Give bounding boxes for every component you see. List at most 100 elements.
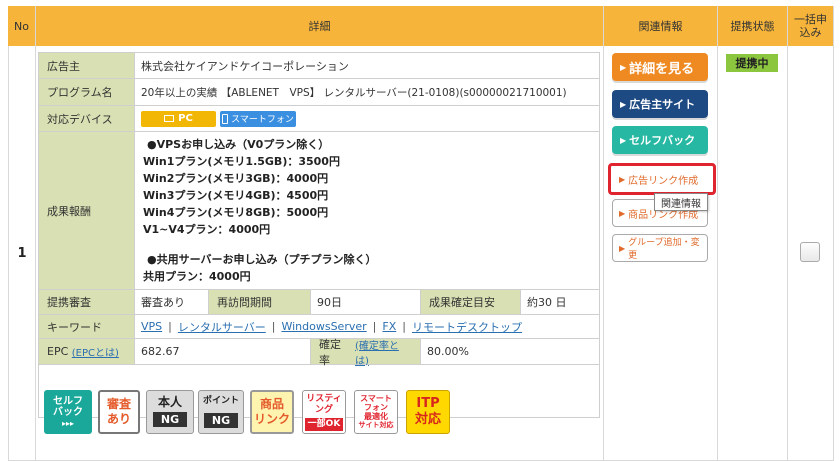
badge-text: NG [152, 412, 188, 427]
keyword-link[interactable]: VPS [141, 320, 162, 333]
status-cell [718, 46, 788, 461]
program-row: プログラム名 20年以上の実績 【ABLENET VPS】 レンタルサーバー(2… [39, 79, 599, 106]
advertiser-name: 株式会社ケイアンドケイコーポレーション [135, 53, 599, 78]
badge-text: ポイント [202, 396, 239, 406]
header-related: 関連情報 [604, 6, 718, 46]
review-badge: 審査 あり [98, 390, 140, 434]
header-bulk: 一括申込み [788, 6, 834, 46]
triangle-right-icon: ▶ [620, 62, 627, 72]
badge-text: サイト対応 [358, 421, 394, 429]
keyword-list: VPS | レンタルサーバー | WindowsServer | FX | リモートデス… [135, 315, 599, 338]
epc-label-cell: EPC (EPCとは) [39, 339, 135, 364]
advertiser-site-button[interactable]: ▶ 広告主サイト [612, 90, 708, 118]
revisit-value: 90日 [311, 290, 421, 314]
triangle-right-icon: ▶ [619, 243, 626, 253]
smartphone-badge: スマート フォン 最適化 サイト対応 [354, 390, 398, 434]
button-label: 広告リンク作成 [628, 175, 699, 187]
confirm-value: 約30 日 [521, 290, 599, 314]
advertiser-label: 広告主 [39, 53, 135, 78]
rate-help-link[interactable]: (確定率とは) [355, 337, 412, 367]
badge-text: ITP [416, 396, 440, 411]
reward-label: 成果報酬 [39, 132, 135, 289]
keyword-link[interactable]: レンタルサーバー [178, 319, 266, 335]
button-label: セルフバック [629, 134, 696, 147]
revisit-label: 再訪問期間 [209, 290, 311, 314]
create-ad-link-button[interactable]: ▶ 広告リンク作成 [608, 163, 716, 195]
epc-value: 682.67 [135, 339, 311, 364]
epc-row: EPC (EPCとは) 682.67 確定率 (確定率とは) 80.00% [39, 337, 599, 367]
tooltip: 関連情報 [654, 193, 708, 211]
itp-badge: ITP 対応 [406, 390, 450, 434]
badge-text: 商品 [259, 397, 284, 411]
reward-line: V1~V4プラン：4000円 [143, 223, 271, 236]
badge-text: 審査 [106, 397, 131, 411]
triangle-right-icon: ▶ [620, 135, 627, 145]
group-add-change-button[interactable]: ▶ グループ追加・変更 [612, 234, 708, 262]
triangle-right-icon: ▶ [620, 99, 627, 109]
badge-text: ▸▸▸ [61, 418, 75, 428]
program-name: 20年以上の実績 【ABLENET VPS】 レンタルサーバー(21-0108)… [135, 79, 599, 105]
keyword-link[interactable]: リモートデスクトップ [412, 319, 522, 335]
listing-badge: リスティ ング 一部OK [302, 390, 346, 434]
triangle-right-icon: ▶ [619, 208, 626, 218]
program-label: プログラム名 [39, 79, 135, 105]
reward-row: 成果報酬 ●VPSお申し込み（V0プラン除く） Win1プラン(メモリ1.5GB… [39, 132, 599, 290]
button-label: グループ追加・変更 [628, 238, 700, 261]
badge-text: NG [203, 413, 239, 428]
view-detail-button[interactable]: ▶ 詳細を見る [612, 53, 708, 81]
badge-text: リンク [253, 412, 290, 426]
badge-text: ング [314, 404, 333, 415]
badge-text: バック [53, 406, 83, 418]
reward-line: Win3プラン(メモリ4GB)：4500円 [143, 189, 329, 202]
keyword-link[interactable]: WindowsServer [281, 320, 366, 333]
rate-value: 80.00% [421, 339, 599, 364]
device-pc-label: PC [178, 113, 193, 124]
reward-line: 共用プラン：4000円 [143, 270, 251, 283]
advertiser-row: 広告主 株式会社ケイアンドケイコーポレーション [39, 53, 599, 79]
reward-line: Win2プラン(メモリ3GB)：4000円 [143, 172, 329, 185]
badge-text: 本人 [157, 395, 182, 409]
rate-label-cell: 確定率 (確定率とは) [311, 337, 421, 367]
monitor-icon [164, 115, 175, 122]
device-sp-badge: スマートフォン [220, 110, 296, 127]
button-label: 広告主サイト [629, 98, 696, 111]
reward-line: Win1プラン(メモリ1.5GB)：3500円 [143, 155, 340, 168]
epc-label: EPC [47, 345, 69, 358]
button-label: 詳細を見る [629, 61, 695, 77]
reward-line: ●共用サーバーお申し込み（プチプラン除く） [147, 253, 377, 266]
badge-text: フォン [364, 403, 388, 412]
keyword-label: キーワード [39, 315, 135, 338]
reward-line: Win4プラン(メモリ8GB)：5000円 [143, 206, 329, 219]
bulk-apply-checkbox[interactable] [800, 242, 820, 262]
header-no: No [8, 6, 36, 46]
confirm-label: 成果確定目安 [421, 290, 521, 314]
device-label: 対応デバイス [39, 106, 135, 131]
triangle-right-icon: ▶ [619, 174, 626, 184]
smartphone-icon [222, 113, 229, 124]
review-row: 提携審査 審査あり 再訪問期間 90日 成果確定目安 約30 日 [39, 290, 599, 315]
row-number: 1 [8, 46, 36, 461]
rate-label: 確定率 [319, 337, 341, 367]
review-value: 審査あり [135, 290, 209, 314]
badge-text: あり [106, 412, 131, 426]
selfback-badge: セルフ バック ▸▸▸ [44, 390, 92, 434]
badge-text: 対応 [414, 412, 441, 427]
badge-text: リスティ [306, 393, 342, 404]
header-detail: 詳細 [36, 6, 604, 46]
badge-text: 一部OK [304, 417, 344, 431]
keyword-link[interactable]: FX [382, 320, 396, 333]
reward-details: ●VPSお申し込み（V0プラン除く） Win1プラン(メモリ1.5GB)：350… [135, 132, 599, 289]
selfback-button[interactable]: ▶ セルフバック [612, 126, 708, 154]
epc-help-link[interactable]: (EPCとは) [72, 344, 119, 359]
badge-text: セルフ [53, 395, 83, 407]
device-sp-label: スマートフォン [231, 115, 294, 125]
badge-text: 最適化 [364, 412, 388, 421]
point-ng-badge: ポイント NG [198, 390, 244, 434]
status-badge: 提携中 [726, 54, 778, 72]
device-row: 対応デバイス PC スマートフォン [39, 106, 599, 132]
person-ng-badge: 本人 NG [146, 390, 194, 434]
reward-line: ●VPSお申し込み（V0プラン除く） [147, 138, 330, 151]
detail-table: 広告主 株式会社ケイアンドケイコーポレーション プログラム名 20年以上の実績 … [38, 52, 600, 418]
badge-text: スマート [360, 394, 392, 403]
review-label: 提携審査 [39, 290, 135, 314]
